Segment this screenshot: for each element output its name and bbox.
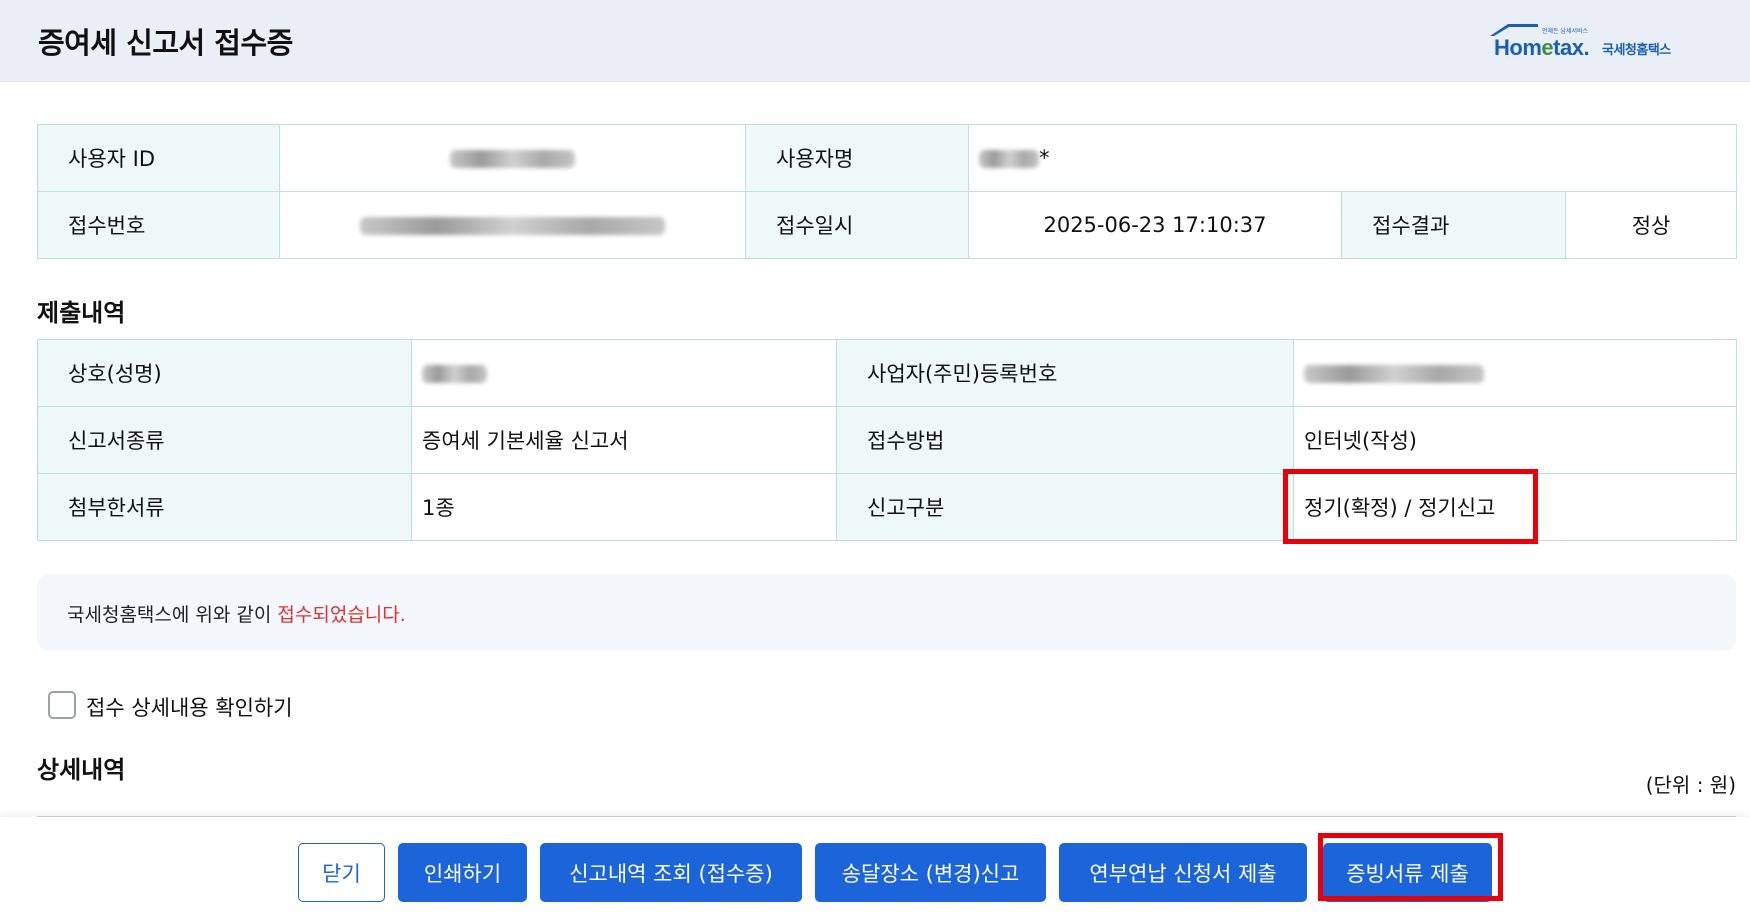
logo-brand: Hometax. bbox=[1494, 35, 1590, 60]
dialog-header: 증여세 신고서 접수증 언제든 납세서비스 Hometax. 국세청홈택스 bbox=[0, 0, 1750, 82]
detail-checkbox[interactable] bbox=[48, 691, 76, 719]
user-name-value: * bbox=[967, 124, 1738, 192]
name-value bbox=[411, 339, 837, 407]
method-value: 인터넷(작성) bbox=[1293, 406, 1737, 474]
notice-text: 국세청홈택스에 위와 같이 접수되었습니다. bbox=[67, 604, 406, 626]
hometax-logo: 언제든 납세서비스 Hometax. 국세청홈택스 bbox=[1486, 22, 1696, 64]
receipt-info-table: 사용자 ID 사용자명 * 접수번호 접수일시 2025-06-23 17:10… bbox=[37, 124, 1738, 259]
receipt-no-label: 접수번호 bbox=[37, 191, 280, 259]
category-label: 신고구분 bbox=[836, 473, 1294, 541]
category-highlight-box bbox=[1283, 469, 1538, 544]
redacted-user-name bbox=[979, 150, 1039, 168]
history-button[interactable]: 신고내역 조회 (접수증) bbox=[540, 843, 802, 902]
user-id-label: 사용자 ID bbox=[37, 124, 280, 192]
address-change-button[interactable]: 송달장소 (변경)신고 bbox=[815, 843, 1046, 902]
receipt-notice: 국세청홈택스에 위와 같이 접수되었습니다. bbox=[37, 574, 1736, 651]
print-button[interactable]: 인쇄하기 bbox=[398, 843, 527, 902]
form-type-label: 신고서종류 bbox=[37, 406, 412, 474]
receipt-result-label: 접수결과 bbox=[1341, 191, 1566, 259]
attached-label: 첨부한서류 bbox=[37, 473, 412, 541]
installment-submit-button[interactable]: 연부연납 신청서 제출 bbox=[1059, 843, 1307, 902]
method-label: 접수방법 bbox=[836, 406, 1294, 474]
form-type-value: 증여세 기본세율 신고서 bbox=[411, 406, 837, 474]
attached-value: 1종 bbox=[411, 473, 837, 541]
close-button[interactable]: 닫기 bbox=[298, 843, 385, 902]
receipt-result-value: 정상 bbox=[1564, 191, 1738, 259]
user-id-value bbox=[279, 124, 746, 192]
user-name-suffix: * bbox=[1039, 146, 1050, 170]
evidence-highlight-box bbox=[1318, 833, 1503, 901]
redacted-user-id bbox=[450, 150, 575, 168]
redacted-receipt-no bbox=[360, 217, 665, 235]
detail-section-title: 상세내역 bbox=[37, 756, 126, 784]
detail-check-label[interactable]: 접수 상세내용 확인하기 bbox=[86, 692, 293, 722]
receipt-no-value bbox=[279, 191, 746, 259]
redacted-reg-no bbox=[1304, 365, 1484, 383]
redacted-name bbox=[422, 365, 487, 383]
unit-label: (단위 : 원) bbox=[1645, 773, 1736, 797]
page-title: 증여세 신고서 접수증 bbox=[38, 26, 293, 60]
reg-no-value bbox=[1293, 339, 1737, 407]
receipt-datetime-label: 접수일시 bbox=[745, 191, 969, 259]
submission-section-title: 제출내역 bbox=[37, 299, 126, 327]
name-label: 상호(성명) bbox=[37, 339, 412, 407]
user-name-label: 사용자명 bbox=[745, 124, 969, 192]
reg-no-label: 사업자(주민)등록번호 bbox=[836, 339, 1294, 407]
notice-highlight: 접수되었습니다. bbox=[277, 604, 406, 626]
logo-name: 국세청홈택스 bbox=[1602, 43, 1671, 58]
receipt-datetime-value: 2025-06-23 17:10:37 bbox=[968, 191, 1342, 259]
logo-tagline: 언제든 납세서비스 bbox=[1542, 28, 1589, 35]
